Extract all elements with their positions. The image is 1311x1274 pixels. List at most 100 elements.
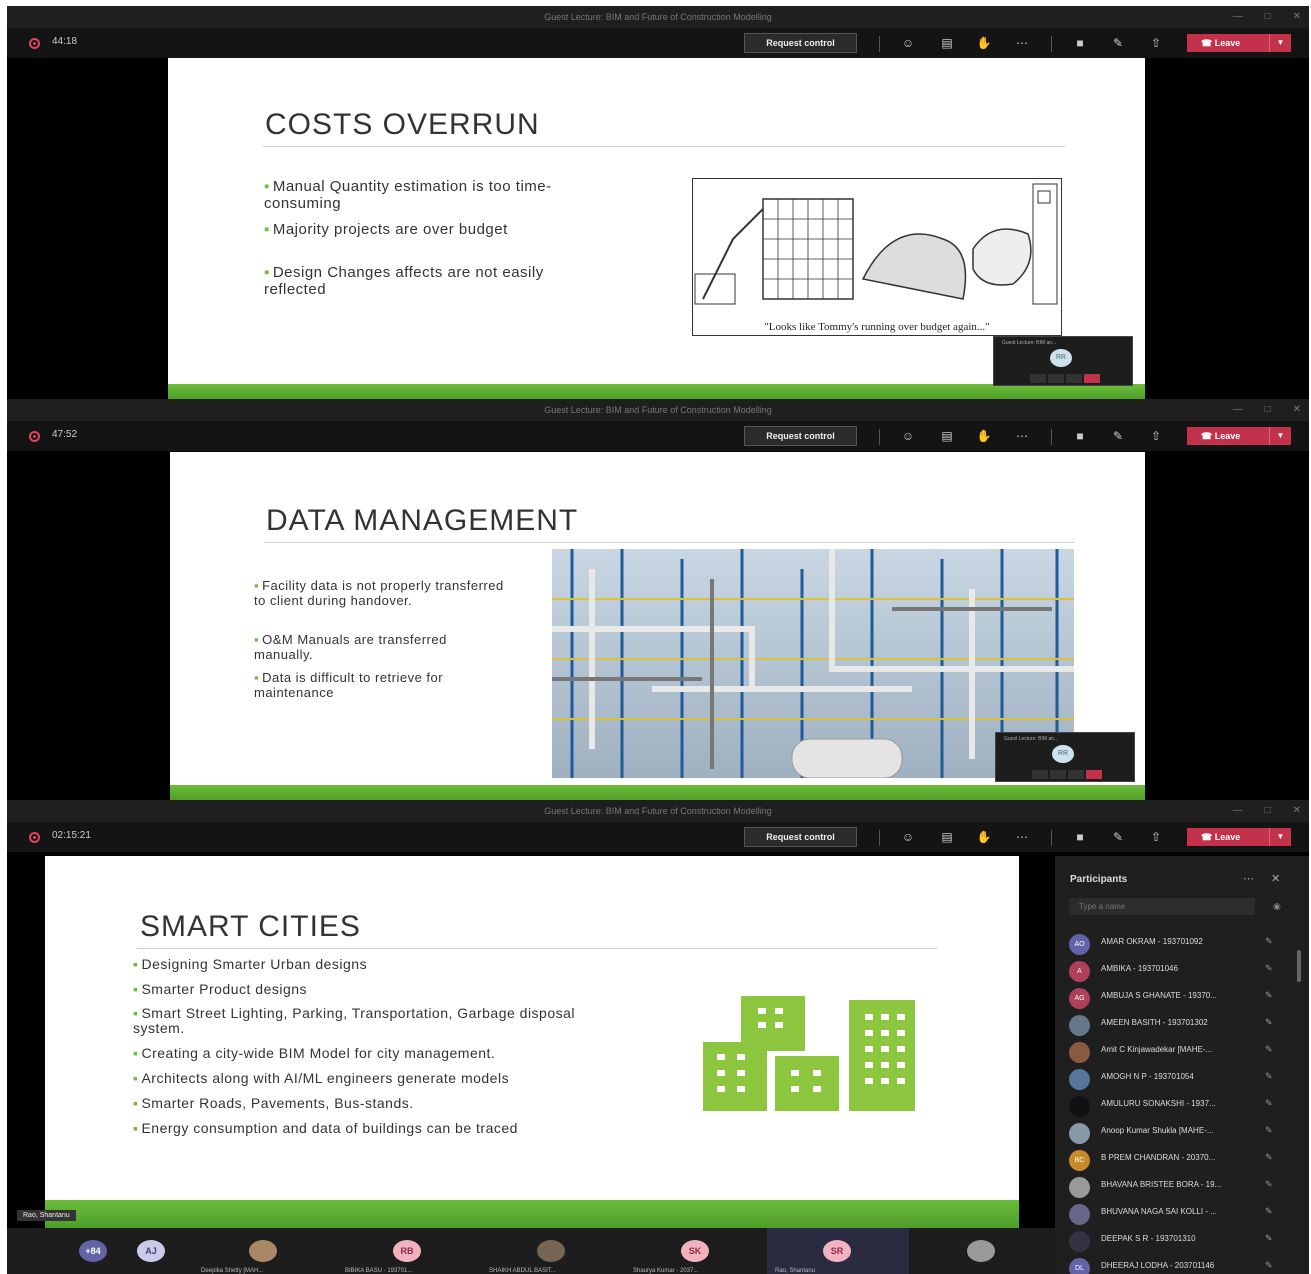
camera-off-icon[interactable]: ■: [1071, 427, 1089, 445]
eye-icon[interactable]: ◉: [1273, 901, 1281, 912]
mic-muted-icon: ✎: [1265, 1017, 1273, 1027]
participant-search-input[interactable]: [1069, 898, 1255, 915]
window-titlebar: Guest Lecture: BIM and Future of Constru…: [7, 6, 1309, 28]
maximize-button[interactable]: □: [1265, 6, 1271, 28]
participant-row[interactable]: Anoop Kumar Shukla [MAHE-... ✎: [1069, 1119, 1291, 1146]
minimize-button[interactable]: —: [1233, 399, 1243, 421]
more-options-icon[interactable]: ⋯: [1243, 872, 1254, 885]
cartoon-image: "Looks like Tommy's running over budget …: [692, 178, 1062, 336]
participant-row[interactable]: AMOGH N P - 193701054 ✎: [1069, 1065, 1291, 1092]
video-tile[interactable]: RB BIBIKA BASU - 193701...: [337, 1228, 479, 1274]
maximize-button[interactable]: □: [1265, 800, 1271, 822]
participant-name: BHAVANA BRISTEE BORA - 19...: [1101, 1180, 1222, 1189]
divider: [879, 429, 880, 445]
raise-hand-icon[interactable]: ✋: [975, 34, 993, 52]
leave-button[interactable]: ☎ Leave ▼: [1187, 34, 1291, 52]
bullet-item: ▪ Design Changes affects are not easily r…: [264, 264, 544, 298]
participant-row[interactable]: AMEEN BASITH - 193701302 ✎: [1069, 1011, 1291, 1038]
video-tile[interactable]: +84: [67, 1228, 123, 1274]
share-screen-icon[interactable]: ⇧: [1147, 427, 1165, 445]
recording-icon: [29, 431, 40, 442]
chevron-down-icon[interactable]: ▼: [1269, 34, 1291, 52]
participant-row[interactable]: AMULURU SONAKSHI - 1937... ✎: [1069, 1092, 1291, 1119]
people-icon[interactable]: ☺: [899, 427, 917, 445]
window-titlebar: Guest Lecture: BIM and Future of Constru…: [7, 800, 1309, 822]
chevron-down-icon[interactable]: ▼: [1269, 427, 1291, 445]
minimize-button[interactable]: —: [1233, 6, 1243, 28]
divider: [1051, 36, 1052, 52]
meeting-screenshot-3: Guest Lecture: BIM and Future of Constru…: [7, 800, 1309, 1274]
participant-row[interactable]: BC B PREM CHANDRAN - 20370... ✎: [1069, 1146, 1291, 1173]
video-tile[interactable]: Deepika Shetty [MAH...: [193, 1228, 335, 1274]
leave-label: Leave: [1214, 832, 1241, 842]
scrollbar[interactable]: [1297, 950, 1301, 982]
participant-row[interactable]: AO AMAR OKRAM - 193701092 ✎: [1069, 930, 1291, 957]
participant-row[interactable]: DEEPAK S R - 193701310 ✎: [1069, 1227, 1291, 1254]
participant-name: Amit C Kinjawadekar [MAHE-...: [1101, 1045, 1213, 1054]
video-tile[interactable]: [911, 1228, 1053, 1274]
mic-off-icon[interactable]: ✎: [1109, 828, 1127, 846]
participant-name: AMAR OKRAM - 193701092: [1101, 937, 1203, 946]
video-tile[interactable]: SK Shaurya Kumar - 2037...: [625, 1228, 767, 1274]
people-icon[interactable]: ☺: [899, 828, 917, 846]
avatar: [1069, 1123, 1090, 1144]
participant-row[interactable]: BHAVANA BRISTEE BORA - 19... ✎: [1069, 1173, 1291, 1200]
chat-icon[interactable]: ▤: [938, 828, 956, 846]
mini-meeting-window[interactable]: Guest Lecture: BIM an... RR: [993, 336, 1133, 386]
camera-off-icon[interactable]: ■: [1071, 828, 1089, 846]
meeting-toolbar: 47:52 Request control ☺ ▤ ✋ ⋯ ■ ✎ ⇧ ☎ Le…: [7, 421, 1309, 451]
participant-row[interactable]: DL DHEERAJ LODHA - 203701146 ✎: [1069, 1254, 1291, 1274]
request-control-button[interactable]: Request control: [744, 827, 857, 847]
slide-title: SMART CITIES: [140, 910, 361, 943]
raise-hand-icon[interactable]: ✋: [975, 427, 993, 445]
participant-row[interactable]: BHUVANA NAGA SAI KOLLI - ... ✎: [1069, 1200, 1291, 1227]
participant-row[interactable]: AG AMBUJA S GHANATE - 19370... ✎: [1069, 984, 1291, 1011]
video-tile[interactable]: SR Rao, Shantanu: [767, 1228, 909, 1274]
participant-row[interactable]: Amit C Kinjawadekar [MAHE-... ✎: [1069, 1038, 1291, 1065]
window-controls: — □ ✕: [1233, 399, 1301, 421]
share-screen-icon[interactable]: ⇧: [1147, 828, 1165, 846]
participants-title: Participants: [1070, 874, 1128, 885]
bullet-item: ▪ Architects along with AI/ML engineers g…: [133, 1070, 510, 1086]
close-button[interactable]: ✕: [1293, 800, 1301, 822]
mini-window-title: Guest Lecture: BIM an...: [1002, 340, 1057, 346]
participant-row[interactable]: A AMBIKA - 193701046 ✎: [1069, 957, 1291, 984]
share-screen-icon[interactable]: ⇧: [1147, 34, 1165, 52]
camera-off-icon[interactable]: ■: [1071, 34, 1089, 52]
participant-name: DEEPAK S R - 193701310: [1101, 1234, 1196, 1243]
more-actions-icon[interactable]: ⋯: [1013, 34, 1031, 52]
leave-button[interactable]: ☎ Leave ▼: [1187, 427, 1291, 445]
raise-hand-icon[interactable]: ✋: [975, 828, 993, 846]
bullet-item: ▪ Designing Smarter Urban designs: [133, 956, 368, 972]
chevron-down-icon[interactable]: ▼: [1269, 828, 1291, 846]
mic-off-icon[interactable]: ✎: [1109, 34, 1127, 52]
participant-name: Anoop Kumar Shukla [MAHE-...: [1101, 1126, 1214, 1135]
minimize-button[interactable]: —: [1233, 800, 1243, 822]
leave-button[interactable]: ☎ Leave ▼: [1187, 828, 1291, 846]
chat-icon[interactable]: ▤: [938, 34, 956, 52]
close-button[interactable]: ✕: [1293, 6, 1301, 28]
maximize-button[interactable]: □: [1265, 399, 1271, 421]
mic-off-icon[interactable]: ✎: [1109, 427, 1127, 445]
cartoon-drawing: [694, 183, 1058, 305]
avatar: [1069, 1204, 1090, 1225]
participant-name: BHUVANA NAGA SAI KOLLI - ...: [1101, 1207, 1217, 1216]
close-icon[interactable]: ✕: [1271, 872, 1280, 885]
close-button[interactable]: ✕: [1293, 399, 1301, 421]
people-icon[interactable]: ☺: [899, 34, 917, 52]
presenter-name-tag: Rao, Shantanu: [17, 1210, 76, 1221]
mini-meeting-window[interactable]: Guest Lecture: BIM an... RR: [995, 732, 1135, 782]
video-tile[interactable]: AJ: [125, 1228, 181, 1274]
avatar: DL: [1069, 1258, 1090, 1274]
chat-icon[interactable]: ▤: [938, 427, 956, 445]
more-actions-icon[interactable]: ⋯: [1013, 828, 1031, 846]
avatar: A: [1069, 961, 1090, 982]
mic-muted-icon: ✎: [1265, 1098, 1273, 1108]
request-control-button[interactable]: Request control: [744, 33, 857, 53]
window-title: Guest Lecture: BIM and Future of Constru…: [544, 12, 772, 22]
avatar: [1069, 1069, 1090, 1090]
more-actions-icon[interactable]: ⋯: [1013, 427, 1031, 445]
slide-footer-bar: [45, 1200, 1019, 1228]
request-control-button[interactable]: Request control: [744, 426, 857, 446]
video-tile[interactable]: SHAIKH ABDUL BASIT...: [481, 1228, 623, 1274]
